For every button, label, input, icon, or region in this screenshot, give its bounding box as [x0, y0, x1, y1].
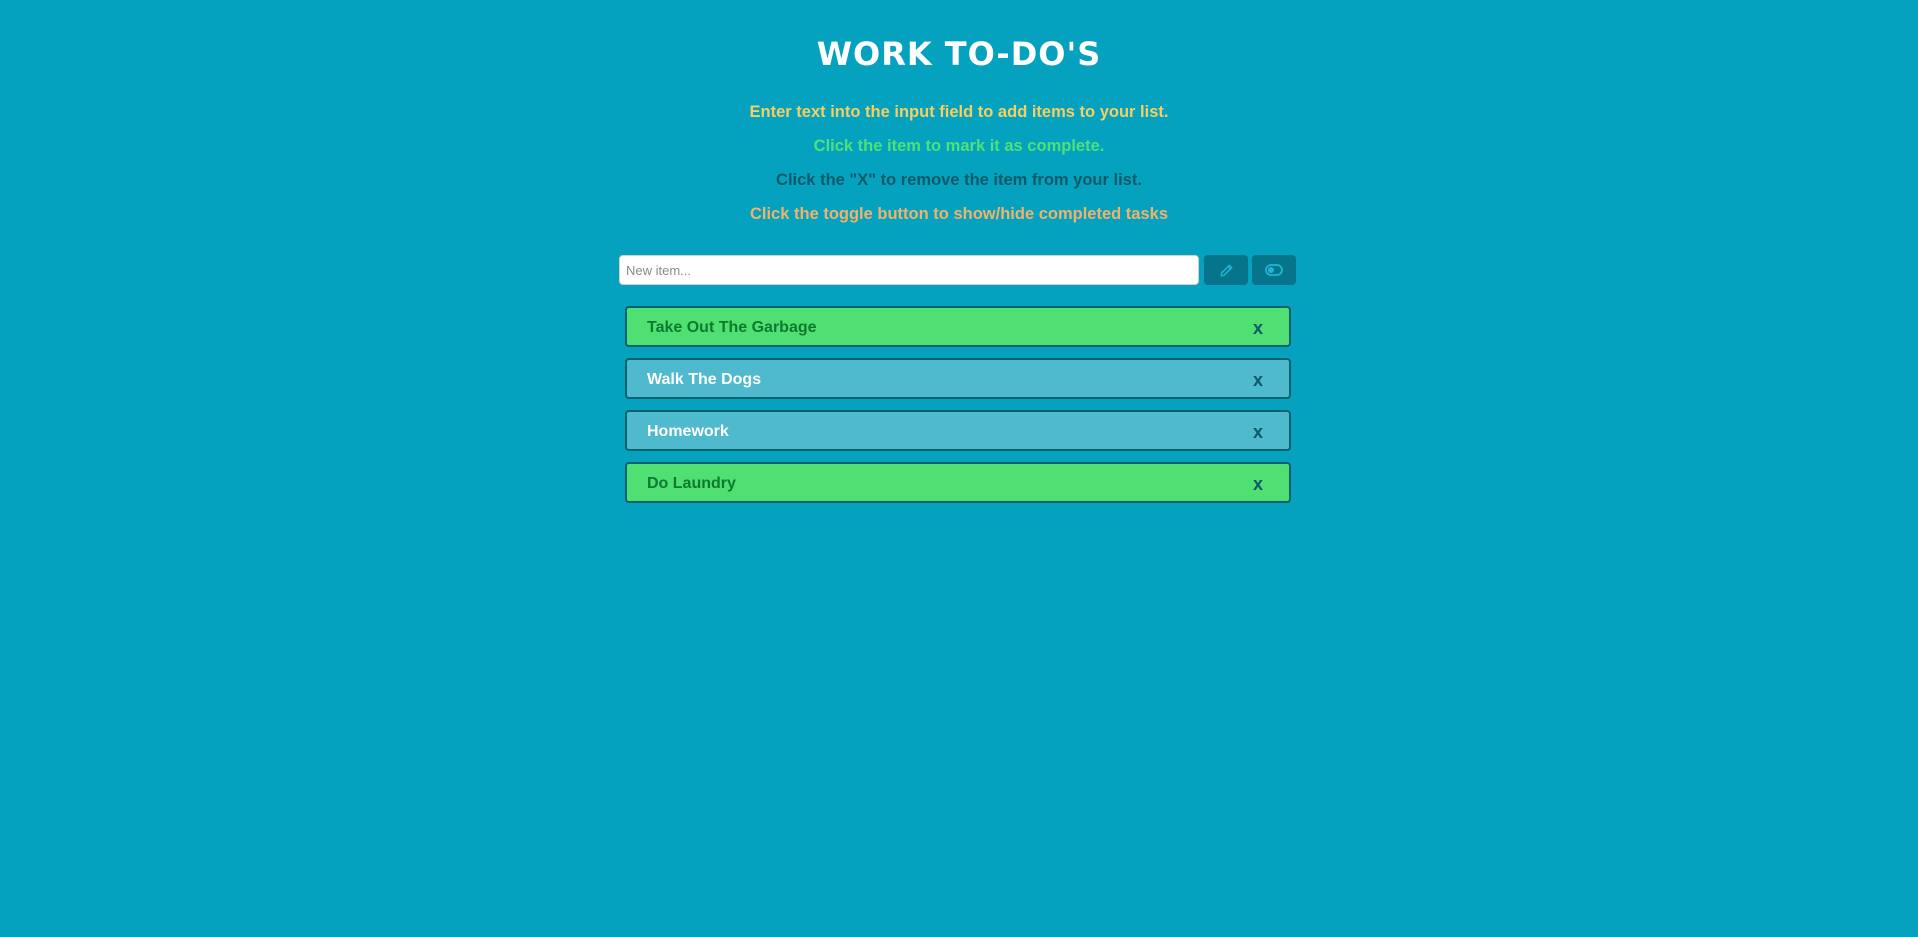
instruction-complete: Click the item to mark it as complete.: [813, 137, 1105, 155]
instruction-toggle: Click the toggle button to show/hide com…: [749, 205, 1169, 223]
todo-item[interactable]: Take Out The Garbage x: [625, 306, 1291, 347]
toggle-icon: [1265, 264, 1283, 276]
todo-item[interactable]: Homework x: [625, 410, 1291, 451]
todo-item-label: Homework: [647, 423, 729, 440]
instruction-add: Enter text into the input field to add i…: [749, 103, 1169, 121]
edit-button[interactable]: [1204, 255, 1248, 285]
todo-app: WORK TO-DO'S Enter text into the input f…: [0, 0, 1918, 937]
todo-list: Take Out The Garbage x Walk The Dogs x H…: [625, 306, 1291, 514]
remove-item-button[interactable]: x: [1253, 473, 1263, 495]
todo-item-label: Take Out The Garbage: [647, 319, 817, 336]
todo-item-label: Walk The Dogs: [647, 371, 762, 388]
todo-item-label: Do Laundry: [647, 475, 736, 492]
todo-item[interactable]: Do Laundry x: [625, 462, 1291, 503]
page-title: WORK TO-DO'S: [816, 35, 1102, 73]
todo-item[interactable]: Walk The Dogs x: [625, 358, 1291, 399]
pencil-icon: [1219, 263, 1233, 277]
remove-item-button[interactable]: x: [1253, 317, 1263, 339]
toggle-completed-button[interactable]: [1252, 255, 1296, 285]
remove-item-button[interactable]: x: [1253, 421, 1263, 443]
new-item-input[interactable]: [619, 255, 1199, 285]
remove-item-button[interactable]: x: [1253, 369, 1263, 391]
instruction-remove: Click the "X" to remove the item from yo…: [776, 171, 1142, 189]
new-item-form: [619, 255, 1296, 285]
